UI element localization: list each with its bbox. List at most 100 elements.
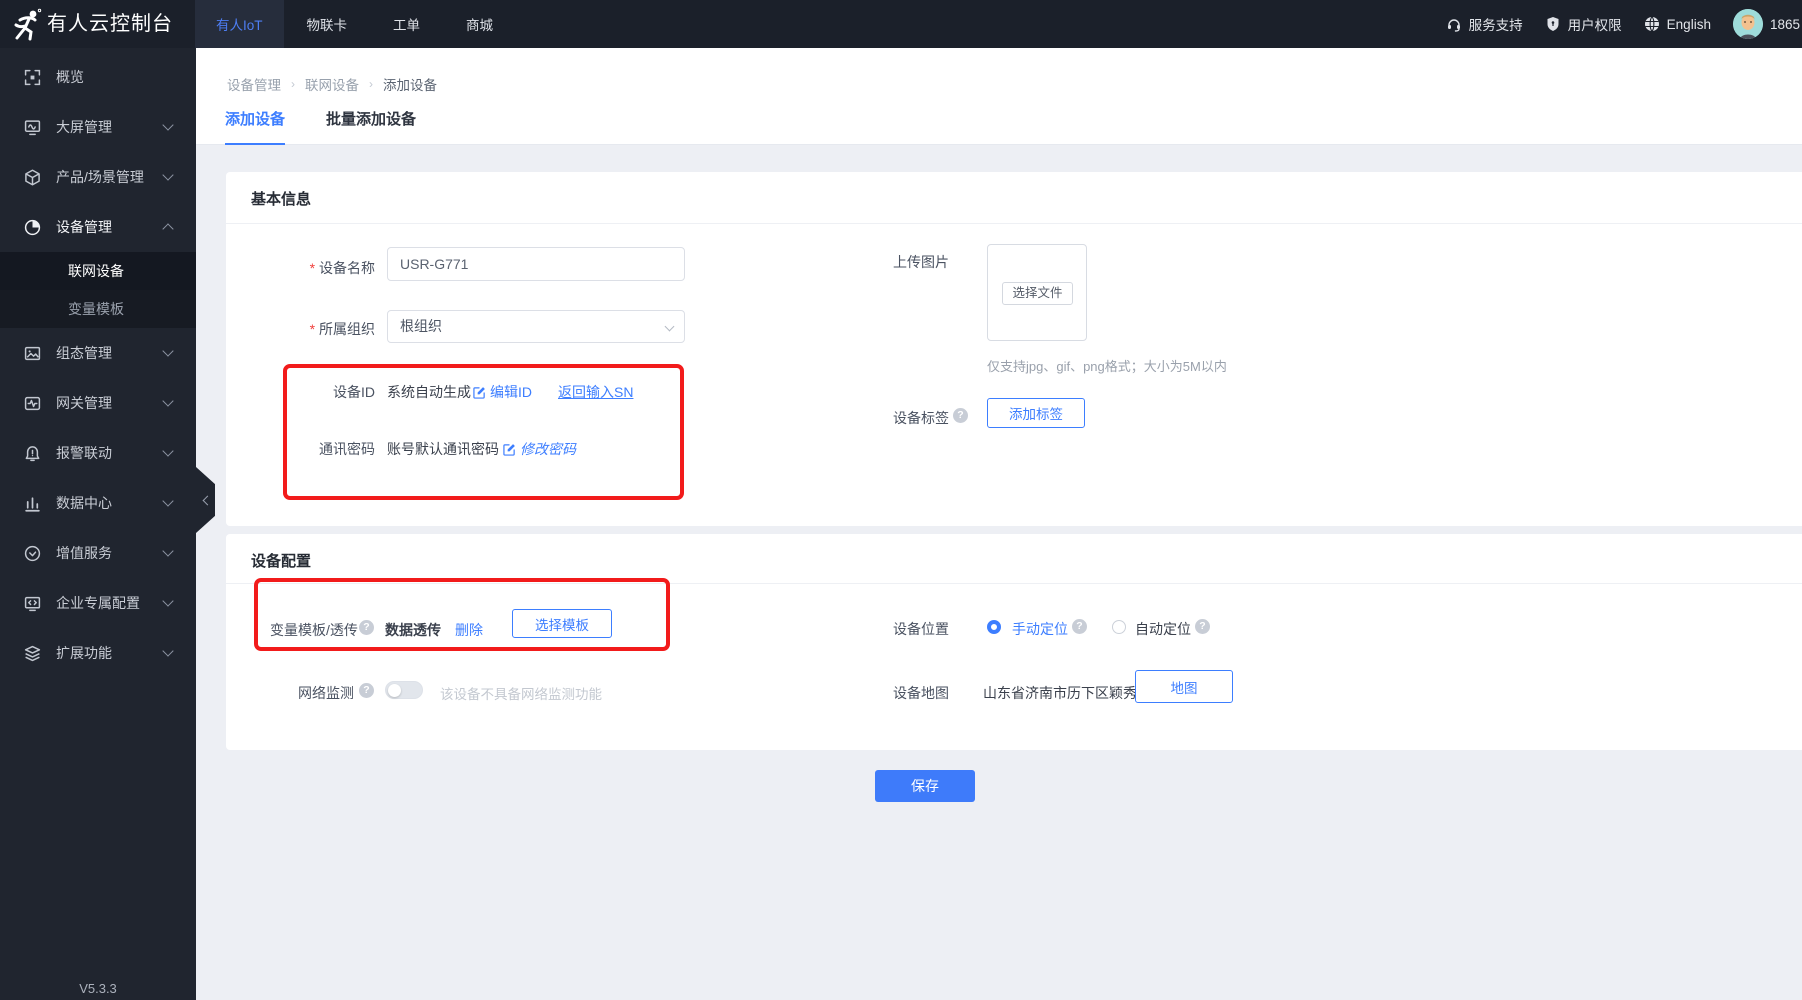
organization-value: 根组织 (400, 318, 442, 334)
sidebar-item-device-mgmt[interactable]: 设备管理 (0, 202, 196, 252)
sidebar-item-enterprise-config[interactable]: 企业专属配置 (0, 578, 196, 628)
basic-info-title: 基本信息 (251, 191, 312, 208)
manual-location-radio[interactable] (987, 620, 1001, 634)
help-icon[interactable]: ? (1072, 619, 1087, 634)
sidebar-subitem-network-device[interactable]: 联网设备 (0, 252, 196, 290)
usr-runner-logo-icon[interactable] (12, 7, 46, 41)
comm-password-label: 通讯密码 (319, 441, 375, 457)
top-nav: 有人IoT 物联卡 工单 商城 (195, 0, 516, 48)
sidebar-label: 大屏管理 (56, 119, 112, 135)
upload-image-label: 上传图片 (893, 254, 949, 270)
auto-location-radio[interactable] (1112, 620, 1126, 634)
globe-icon (1644, 16, 1659, 32)
topnav-mall[interactable]: 商城 (443, 0, 516, 48)
user-permission[interactable]: 用户权限 (1545, 14, 1622, 34)
divider (226, 583, 1802, 584)
chevron-down-icon (162, 495, 174, 507)
sidebar-label: 概览 (56, 69, 84, 85)
chevron-down-icon (162, 445, 174, 457)
help-icon[interactable]: ? (953, 408, 968, 423)
page-head: 设备管理 › 联网设备 › 添加设备 添加设备 批量添加设备 (196, 48, 1802, 145)
avatar (1732, 9, 1763, 39)
sidebar-item-alarm-link[interactable]: 报警联动 (0, 428, 196, 478)
sidebar-label: 扩展功能 (56, 645, 112, 661)
manual-location-label[interactable]: 手动定位 (1012, 619, 1068, 639)
choose-file-button[interactable]: 选择文件 (1002, 282, 1073, 305)
change-password-link[interactable]: 修改密码 (503, 439, 576, 459)
device-tag-label: 设备标签 (893, 410, 949, 426)
chevron-down-icon (162, 545, 174, 557)
layers-icon (24, 645, 41, 661)
chevron-down-icon (162, 645, 174, 657)
add-tag-button[interactable]: 添加标签 (987, 398, 1085, 428)
device-pie-icon (24, 219, 41, 235)
app-root: 有人云控制台 有人IoT 物联卡 工单 商城 服务支持 用户权限 English… (0, 0, 1802, 1000)
toggle-knob (388, 683, 401, 697)
help-icon[interactable]: ? (359, 683, 374, 698)
select-template-button[interactable]: 选择模板 (512, 609, 612, 638)
device-config-title: 设备配置 (251, 553, 312, 570)
user-id: 1865 (1769, 16, 1800, 32)
device-name-input[interactable] (387, 247, 685, 281)
bar-chart-icon (25, 496, 40, 512)
template-label: 变量模板/透传 (270, 622, 358, 638)
sidebar-item-overview[interactable]: 概览 (0, 52, 196, 102)
sidebar-item-value-service[interactable]: 增值服务 (0, 528, 196, 578)
sidebar-item-scada-mgmt[interactable]: 组态管理 (0, 328, 196, 378)
tab-add-device[interactable]: 添加设备 (225, 108, 286, 145)
gateway-pulse-icon (24, 396, 41, 410)
user-permission-label: 用户权限 (1567, 18, 1622, 33)
header-right: 服务支持 用户权限 English 1865 (1446, 0, 1800, 48)
organization-select[interactable]: 根组织 (387, 310, 685, 343)
auto-location-label[interactable]: 自动定位 (1135, 619, 1191, 639)
user-account[interactable]: 1865 (1732, 9, 1800, 39)
back-to-sn-link[interactable]: 返回输入SN (558, 382, 633, 402)
chevron-down-icon (162, 119, 174, 131)
organization-label: 所属组织 (310, 319, 375, 339)
help-icon[interactable]: ? (1195, 619, 1210, 634)
sidebar-label: 设备管理 (56, 219, 112, 235)
map-button[interactable]: 地图 (1135, 670, 1233, 703)
breadcrumb-separator: › (369, 77, 373, 91)
network-monitor-hint: 该设备不具备网络监测功能 (440, 687, 602, 702)
sidebar-label: 数据中心 (56, 495, 112, 511)
product-cube-icon (25, 169, 40, 185)
screen-icon (24, 119, 41, 135)
topnav-iot-card[interactable]: 物联卡 (284, 0, 371, 48)
save-button[interactable]: 保存 (875, 770, 975, 802)
comm-password-value: 账号默认通讯密码 (387, 441, 499, 457)
breadcrumb-device-mgmt[interactable]: 设备管理 (227, 74, 281, 94)
breadcrumb-add-device: 添加设备 (383, 78, 437, 93)
shield-icon (1547, 17, 1559, 31)
chevron-down-icon (664, 321, 675, 332)
sidebar-item-gateway-mgmt[interactable]: 网关管理 (0, 378, 196, 428)
topnav-usr-iot[interactable]: 有人IoT (195, 0, 284, 48)
sidebar-item-screen-mgmt[interactable]: 大屏管理 (0, 102, 196, 152)
upload-dropzone[interactable]: 选择文件 (987, 244, 1087, 341)
sidebar-subitem-variable-template[interactable]: 变量模板 (0, 290, 196, 328)
topnav-work-order[interactable]: 工单 (370, 0, 443, 48)
device-config-card: 设备配置 变量模板/透传 ? 数据透传 删除 选择模板 网络监测 ? 该设备不具… (226, 534, 1802, 750)
sidebar-label: 网关管理 (56, 395, 112, 411)
breadcrumb-network-device[interactable]: 联网设备 (305, 74, 359, 94)
sidebar-item-product-mgmt[interactable]: 产品/场景管理 (0, 152, 196, 202)
sidebar-item-data-center[interactable]: 数据中心 (0, 478, 196, 528)
device-id-label: 设备ID (333, 384, 375, 400)
edit-id-label: 编辑ID (490, 384, 532, 400)
edit-id-link[interactable]: 编辑ID (473, 382, 532, 402)
upload-hint: 仅支持jpg、gif、png格式；大小为5M以内 (987, 359, 1227, 374)
language-switch[interactable]: English (1644, 16, 1711, 32)
device-map-label: 设备地图 (893, 685, 949, 701)
main-content: 设备管理 › 联网设备 › 添加设备 添加设备 批量添加设备 基本信息 设备名称… (196, 48, 1802, 1000)
value-service-icon (24, 545, 41, 561)
sidebar-item-extensions[interactable]: 扩展功能 (0, 628, 196, 678)
edit-icon (503, 443, 515, 456)
network-monitor-toggle[interactable] (385, 681, 423, 699)
help-icon[interactable]: ? (359, 620, 374, 635)
service-support[interactable]: 服务支持 (1446, 14, 1523, 34)
tab-batch-add-device[interactable]: 批量添加设备 (326, 108, 416, 145)
device-location-label: 设备位置 (893, 621, 949, 637)
chevron-down-icon (162, 345, 174, 357)
delete-template-link[interactable]: 删除 (455, 620, 483, 640)
device-address: 山东省济南市历下区颖秀路 (983, 685, 1151, 701)
